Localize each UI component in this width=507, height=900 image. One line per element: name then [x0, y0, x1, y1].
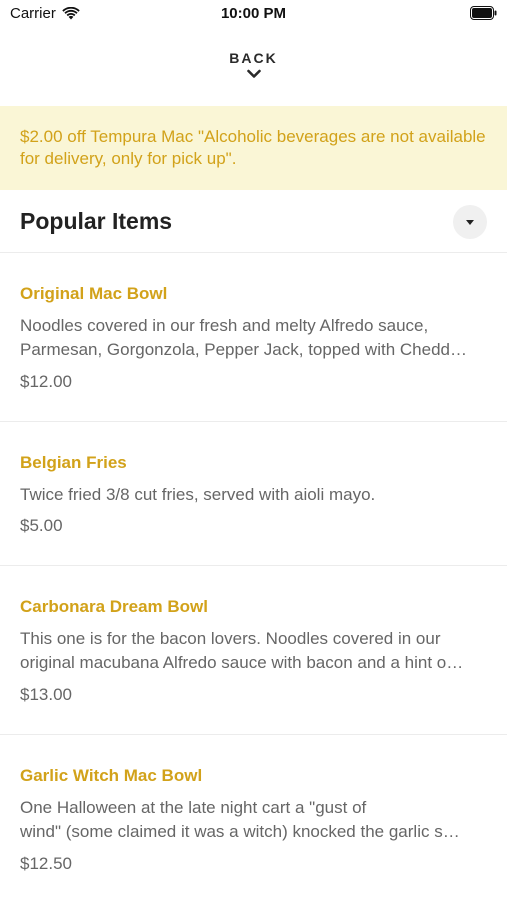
item-name: Garlic Witch Mac Bowl	[20, 766, 203, 785]
item-name: Belgian Fries	[20, 453, 127, 472]
item-description-line: Parmesan, Gorgonzola, Pepper Jack, toppe…	[20, 340, 467, 359]
item-description: Noodles covered in our fresh and melty A…	[20, 314, 487, 362]
item-description-line: This one is for the bacon lovers. Noodle…	[20, 629, 441, 648]
item-description: This one is for the bacon lovers. Noodle…	[20, 627, 487, 675]
item-description: One Halloween at the late night cart a "…	[20, 796, 487, 844]
item-description: Twice fried 3/8 cut fries, served with a…	[20, 483, 487, 507]
item-price: $5.00	[20, 516, 63, 535]
item-description-line: original macubana Alfredo sauce with bac…	[20, 653, 464, 672]
item-price: $12.00	[20, 372, 72, 391]
item-description-line: One Halloween at the late night cart a "…	[20, 798, 367, 817]
item-name: Original Mac Bowl	[20, 284, 168, 303]
caret-down-icon	[466, 219, 474, 225]
promo-banner: $2.00 off Tempura Mac "Alcoholic beverag…	[0, 106, 507, 190]
status-time: 10:00 PM	[220, 5, 287, 22]
menu-item[interactable]: Original Mac Bowl Noodles covered in our…	[0, 253, 507, 422]
back-label: BACK	[229, 50, 278, 66]
item-price: $13.00	[20, 685, 72, 704]
status-bar: Carrier 10:00 PM	[0, 0, 507, 28]
chevron-down-icon	[246, 69, 261, 78]
menu-item[interactable]: Garlic Witch Mac Bowl One Halloween at t…	[0, 735, 507, 900]
menu-item[interactable]: Belgian Fries Twice fried 3/8 cut fries,…	[0, 422, 507, 566]
collapse-toggle-button[interactable]	[453, 205, 487, 239]
battery-icon	[470, 6, 497, 20]
menu-item[interactable]: Carbonara Dream Bowl This one is for the…	[0, 566, 507, 735]
item-price: $12.50	[20, 854, 72, 873]
item-description-line: Noodles covered in our fresh and melty A…	[20, 316, 429, 335]
item-description-line: wind" (some claimed it was a witch) knoc…	[20, 822, 460, 841]
item-description-line: Twice fried 3/8 cut fries, served with a…	[20, 485, 376, 504]
menu-item-list: Original Mac Bowl Noodles covered in our…	[0, 253, 507, 900]
promo-text: $2.00 off Tempura Mac "Alcoholic beverag…	[20, 127, 486, 168]
section-title: Popular Items	[20, 208, 173, 234]
item-name: Carbonara Dream Bowl	[20, 597, 208, 616]
back-button[interactable]: BACK	[0, 50, 507, 80]
popular-items-header[interactable]: Popular Items	[0, 190, 507, 253]
